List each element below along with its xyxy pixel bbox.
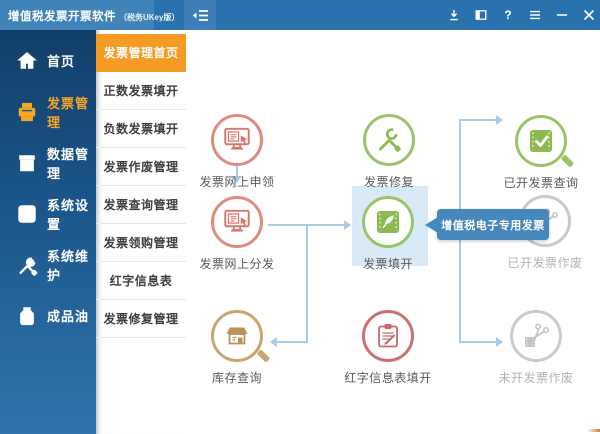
repair-tools-icon [373,124,405,156]
node-invoice-fill[interactable]: 发票填开 [328,196,448,272]
node-invoice-online-apply[interactable]: 发票网上申领 [177,114,297,190]
tooltip-text: 增值税电子专用发票 [441,217,545,233]
invoice-submenu: 发票管理首页 正数发票填开 负数发票填开 发票作废管理 发票查询管理 发票领购管… [96,30,186,434]
node-invoice-online-distribute[interactable]: 发票网上分发 [177,196,297,272]
wrench-screwdriver-icon [16,254,38,276]
menu-icon[interactable] [528,6,542,24]
app-title-area: 增值税发票开票软件 （税务UKey版） [0,0,154,30]
update-icon[interactable] [447,6,461,24]
sidebar: 首页 发票管理 数据管理 [0,30,96,434]
flowchart-area: 发票网上申领 发票修复 已开发票 [186,30,600,434]
magnifier-handle [561,154,574,167]
titlebar: 增值税发票开票软件 （税务UKey版） [0,0,600,30]
app-title: 增值税发票开票软件 [8,8,116,24]
data-box-icon [16,152,38,174]
oil-can-icon [16,305,38,327]
connector-branch-down [306,226,308,342]
sidebar-item-refined-oil[interactable]: 成品油 [0,290,96,341]
minimize-icon[interactable] [555,6,569,24]
magnifier-check-icon [526,126,556,156]
sidebar-item-invoice-management[interactable]: 发票管理 [0,86,96,137]
submenu-item-positive-invoice[interactable]: 正数发票填开 [96,72,186,110]
node-red-letter-form-fill[interactable]: 红字信息表填开 [328,310,448,386]
sidebar-item-system-settings[interactable]: 系统设置 [0,188,96,239]
home-icon [16,50,38,72]
sidebar-collapse-button[interactable] [184,0,216,30]
layout-icon[interactable] [474,6,488,24]
invoice-quill-icon [373,207,403,237]
submenu-item-query-management[interactable]: 发票查询管理 [96,186,186,224]
sidebar-item-home[interactable]: 首页 [0,35,96,86]
collapse-menu-icon [192,9,209,22]
node-issued-invoice-query[interactable]: 已开发票查询 [481,115,600,191]
settings-sliders-icon [16,203,38,225]
submenu-item-void-management[interactable]: 发票作废管理 [96,148,186,186]
monitor-invoice-icon [221,206,253,238]
magnifier-store-icon [222,321,252,351]
magnifier-handle [257,349,270,362]
sidebar-item-system-maintenance[interactable]: 系统维护 [0,239,96,290]
submenu-item-repair-management[interactable]: 发票修复管理 [96,300,186,338]
submenu-item-invoice-home[interactable]: 发票管理首页 [96,34,186,72]
corner-resize-mark [587,429,600,432]
node-invoice-repair[interactable]: 发票修复 [329,114,449,190]
help-icon[interactable]: ? [501,6,515,24]
node-stock-query[interactable]: 库存查询 [177,310,297,386]
window-controls: ? [447,0,596,30]
sidebar-item-data-management[interactable]: 数据管理 [0,137,96,188]
node-unissued-invoice-void[interactable]: 未开发票作废 [476,310,596,386]
invoice-printer-icon [16,101,38,123]
tooltip-electronic-special-invoice: 增值税电子专用发票 [437,209,549,240]
close-icon[interactable] [582,6,596,24]
scissors-invoice-icon [521,321,551,351]
submenu-item-negative-invoice[interactable]: 负数发票填开 [96,110,186,148]
monitor-invoice-icon [221,124,253,156]
submenu-item-purchase-management[interactable]: 发票领购管理 [96,224,186,262]
app-edition: （税务UKey版） [119,12,179,23]
tooltip-beak [425,217,438,233]
app-window: 增值税发票开票软件 （税务UKey版） [0,0,600,434]
clipboard-pen-icon [373,321,403,351]
submenu-item-red-letter-form[interactable]: 红字信息表 [96,262,186,300]
